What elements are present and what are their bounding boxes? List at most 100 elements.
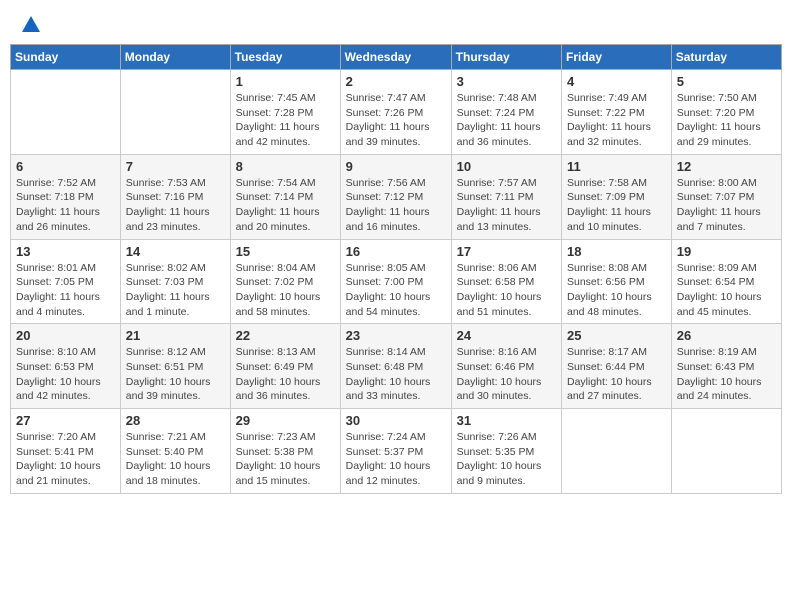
day-number: 31: [457, 413, 556, 428]
day-number: 18: [567, 244, 666, 259]
calendar-cell: 29 Sunrise: 7:23 AM Sunset: 5:38 PM Dayli…: [230, 409, 340, 494]
day-number: 11: [567, 159, 666, 174]
day-number: 14: [126, 244, 225, 259]
day-number: 27: [16, 413, 115, 428]
calendar-cell: 8 Sunrise: 7:54 AM Sunset: 7:14 PM Daylig…: [230, 154, 340, 239]
day-number: 13: [16, 244, 115, 259]
day-detail: Sunrise: 7:45 AM Sunset: 7:28 PM Dayligh…: [236, 91, 335, 150]
calendar-cell: [120, 70, 230, 155]
calendar-cell: 18 Sunrise: 8:08 AM Sunset: 6:56 PM Dayli…: [562, 239, 672, 324]
day-detail: Sunrise: 8:14 AM Sunset: 6:48 PM Dayligh…: [346, 345, 446, 404]
calendar-cell: 5 Sunrise: 7:50 AM Sunset: 7:20 PM Daylig…: [671, 70, 781, 155]
day-of-week-header: Saturday: [671, 45, 781, 70]
day-detail: Sunrise: 7:47 AM Sunset: 7:26 PM Dayligh…: [346, 91, 446, 150]
day-detail: Sunrise: 8:04 AM Sunset: 7:02 PM Dayligh…: [236, 261, 335, 320]
calendar-cell: 17 Sunrise: 8:06 AM Sunset: 6:58 PM Dayli…: [451, 239, 561, 324]
day-number: 5: [677, 74, 776, 89]
day-detail: Sunrise: 8:12 AM Sunset: 6:51 PM Dayligh…: [126, 345, 225, 404]
calendar-week-row: 6 Sunrise: 7:52 AM Sunset: 7:18 PM Daylig…: [11, 154, 782, 239]
calendar-cell: 23 Sunrise: 8:14 AM Sunset: 6:48 PM Dayli…: [340, 324, 451, 409]
day-detail: Sunrise: 8:00 AM Sunset: 7:07 PM Dayligh…: [677, 176, 776, 235]
day-of-week-header: Tuesday: [230, 45, 340, 70]
day-detail: Sunrise: 7:58 AM Sunset: 7:09 PM Dayligh…: [567, 176, 666, 235]
day-detail: Sunrise: 8:17 AM Sunset: 6:44 PM Dayligh…: [567, 345, 666, 404]
day-of-week-header: Wednesday: [340, 45, 451, 70]
calendar-cell: [562, 409, 672, 494]
calendar-cell: 14 Sunrise: 8:02 AM Sunset: 7:03 PM Dayli…: [120, 239, 230, 324]
day-number: 9: [346, 159, 446, 174]
calendar-cell: [671, 409, 781, 494]
day-number: 23: [346, 328, 446, 343]
calendar-cell: 10Sunrise: 7:57 AM Sunset: 7:11 PM Dayli…: [451, 154, 561, 239]
day-detail: Sunrise: 8:10 AM Sunset: 6:53 PM Dayligh…: [16, 345, 115, 404]
day-detail: Sunrise: 8:08 AM Sunset: 6:56 PM Dayligh…: [567, 261, 666, 320]
calendar-cell: 9Sunrise: 7:56 AM Sunset: 7:12 PM Daylig…: [340, 154, 451, 239]
calendar-cell: 26 Sunrise: 8:19 AM Sunset: 6:43 PM Dayli…: [671, 324, 781, 409]
calendar-cell: 11 Sunrise: 7:58 AM Sunset: 7:09 PM Dayli…: [562, 154, 672, 239]
day-number: 3: [457, 74, 556, 89]
day-detail: Sunrise: 7:53 AM Sunset: 7:16 PM Dayligh…: [126, 176, 225, 235]
calendar-cell: 24 Sunrise: 8:16 AM Sunset: 6:46 PM Dayli…: [451, 324, 561, 409]
day-number: 24: [457, 328, 556, 343]
day-number: 7: [126, 159, 225, 174]
calendar-week-row: 27 Sunrise: 7:20 AM Sunset: 5:41 PM Dayli…: [11, 409, 782, 494]
calendar-cell: 31 Sunrise: 7:26 AM Sunset: 5:35 PM Dayli…: [451, 409, 561, 494]
day-detail: Sunrise: 7:50 AM Sunset: 7:20 PM Dayligh…: [677, 91, 776, 150]
calendar-cell: 28Sunrise: 7:21 AM Sunset: 5:40 PM Dayli…: [120, 409, 230, 494]
calendar-header-row: SundayMondayTuesdayWednesdayThursdayFrid…: [11, 45, 782, 70]
day-of-week-header: Sunday: [11, 45, 121, 70]
calendar-cell: 22 Sunrise: 8:13 AM Sunset: 6:49 PM Dayli…: [230, 324, 340, 409]
calendar-cell: 19 Sunrise: 8:09 AM Sunset: 6:54 PM Dayli…: [671, 239, 781, 324]
day-detail: Sunrise: 7:52 AM Sunset: 7:18 PM Dayligh…: [16, 176, 115, 235]
day-number: 8: [236, 159, 335, 174]
day-detail: Sunrise: 8:02 AM Sunset: 7:03 PM Dayligh…: [126, 261, 225, 320]
day-detail: Sunrise: 7:24 AM Sunset: 5:37 PM Dayligh…: [346, 430, 446, 489]
day-number: 4: [567, 74, 666, 89]
calendar-cell: [11, 70, 121, 155]
day-number: 1: [236, 74, 335, 89]
calendar-week-row: 20 Sunrise: 8:10 AM Sunset: 6:53 PM Dayli…: [11, 324, 782, 409]
calendar-cell: 1 Sunrise: 7:45 AM Sunset: 7:28 PM Daylig…: [230, 70, 340, 155]
day-detail: Sunrise: 8:09 AM Sunset: 6:54 PM Dayligh…: [677, 261, 776, 320]
day-number: 26: [677, 328, 776, 343]
calendar-table: SundayMondayTuesdayWednesdayThursdayFrid…: [10, 44, 782, 494]
calendar-cell: 6 Sunrise: 7:52 AM Sunset: 7:18 PM Daylig…: [11, 154, 121, 239]
day-number: 19: [677, 244, 776, 259]
day-detail: Sunrise: 7:49 AM Sunset: 7:22 PM Dayligh…: [567, 91, 666, 150]
day-number: 29: [236, 413, 335, 428]
day-number: 20: [16, 328, 115, 343]
day-number: 15: [236, 244, 335, 259]
day-number: 6: [16, 159, 115, 174]
day-detail: Sunrise: 8:13 AM Sunset: 6:49 PM Dayligh…: [236, 345, 335, 404]
calendar-cell: 25 Sunrise: 8:17 AM Sunset: 6:44 PM Dayli…: [562, 324, 672, 409]
calendar-cell: 7 Sunrise: 7:53 AM Sunset: 7:16 PM Daylig…: [120, 154, 230, 239]
day-detail: Sunrise: 7:26 AM Sunset: 5:35 PM Dayligh…: [457, 430, 556, 489]
day-detail: Sunrise: 8:06 AM Sunset: 6:58 PM Dayligh…: [457, 261, 556, 320]
day-detail: Sunrise: 7:54 AM Sunset: 7:14 PM Dayligh…: [236, 176, 335, 235]
day-of-week-header: Friday: [562, 45, 672, 70]
calendar-cell: 3Sunrise: 7:48 AM Sunset: 7:24 PM Daylig…: [451, 70, 561, 155]
day-number: 30: [346, 413, 446, 428]
calendar-cell: 13 Sunrise: 8:01 AM Sunset: 7:05 PM Dayli…: [11, 239, 121, 324]
calendar-cell: 30 Sunrise: 7:24 AM Sunset: 5:37 PM Dayli…: [340, 409, 451, 494]
day-detail: Sunrise: 7:57 AM Sunset: 7:11 PM Dayligh…: [457, 176, 556, 235]
logo: [20, 18, 40, 34]
calendar-cell: 2 Sunrise: 7:47 AM Sunset: 7:26 PM Daylig…: [340, 70, 451, 155]
day-number: 28: [126, 413, 225, 428]
day-number: 2: [346, 74, 446, 89]
day-detail: Sunrise: 8:19 AM Sunset: 6:43 PM Dayligh…: [677, 345, 776, 404]
day-number: 12: [677, 159, 776, 174]
day-number: 25: [567, 328, 666, 343]
day-of-week-header: Monday: [120, 45, 230, 70]
day-of-week-header: Thursday: [451, 45, 561, 70]
day-detail: Sunrise: 8:05 AM Sunset: 7:00 PM Dayligh…: [346, 261, 446, 320]
calendar-cell: 12 Sunrise: 8:00 AM Sunset: 7:07 PM Dayli…: [671, 154, 781, 239]
day-detail: Sunrise: 7:23 AM Sunset: 5:38 PM Dayligh…: [236, 430, 335, 489]
day-number: 17: [457, 244, 556, 259]
day-number: 22: [236, 328, 335, 343]
calendar-week-row: 1 Sunrise: 7:45 AM Sunset: 7:28 PM Daylig…: [11, 70, 782, 155]
day-number: 16: [346, 244, 446, 259]
day-detail: Sunrise: 8:01 AM Sunset: 7:05 PM Dayligh…: [16, 261, 115, 320]
day-detail: Sunrise: 8:16 AM Sunset: 6:46 PM Dayligh…: [457, 345, 556, 404]
day-detail: Sunrise: 7:20 AM Sunset: 5:41 PM Dayligh…: [16, 430, 115, 489]
